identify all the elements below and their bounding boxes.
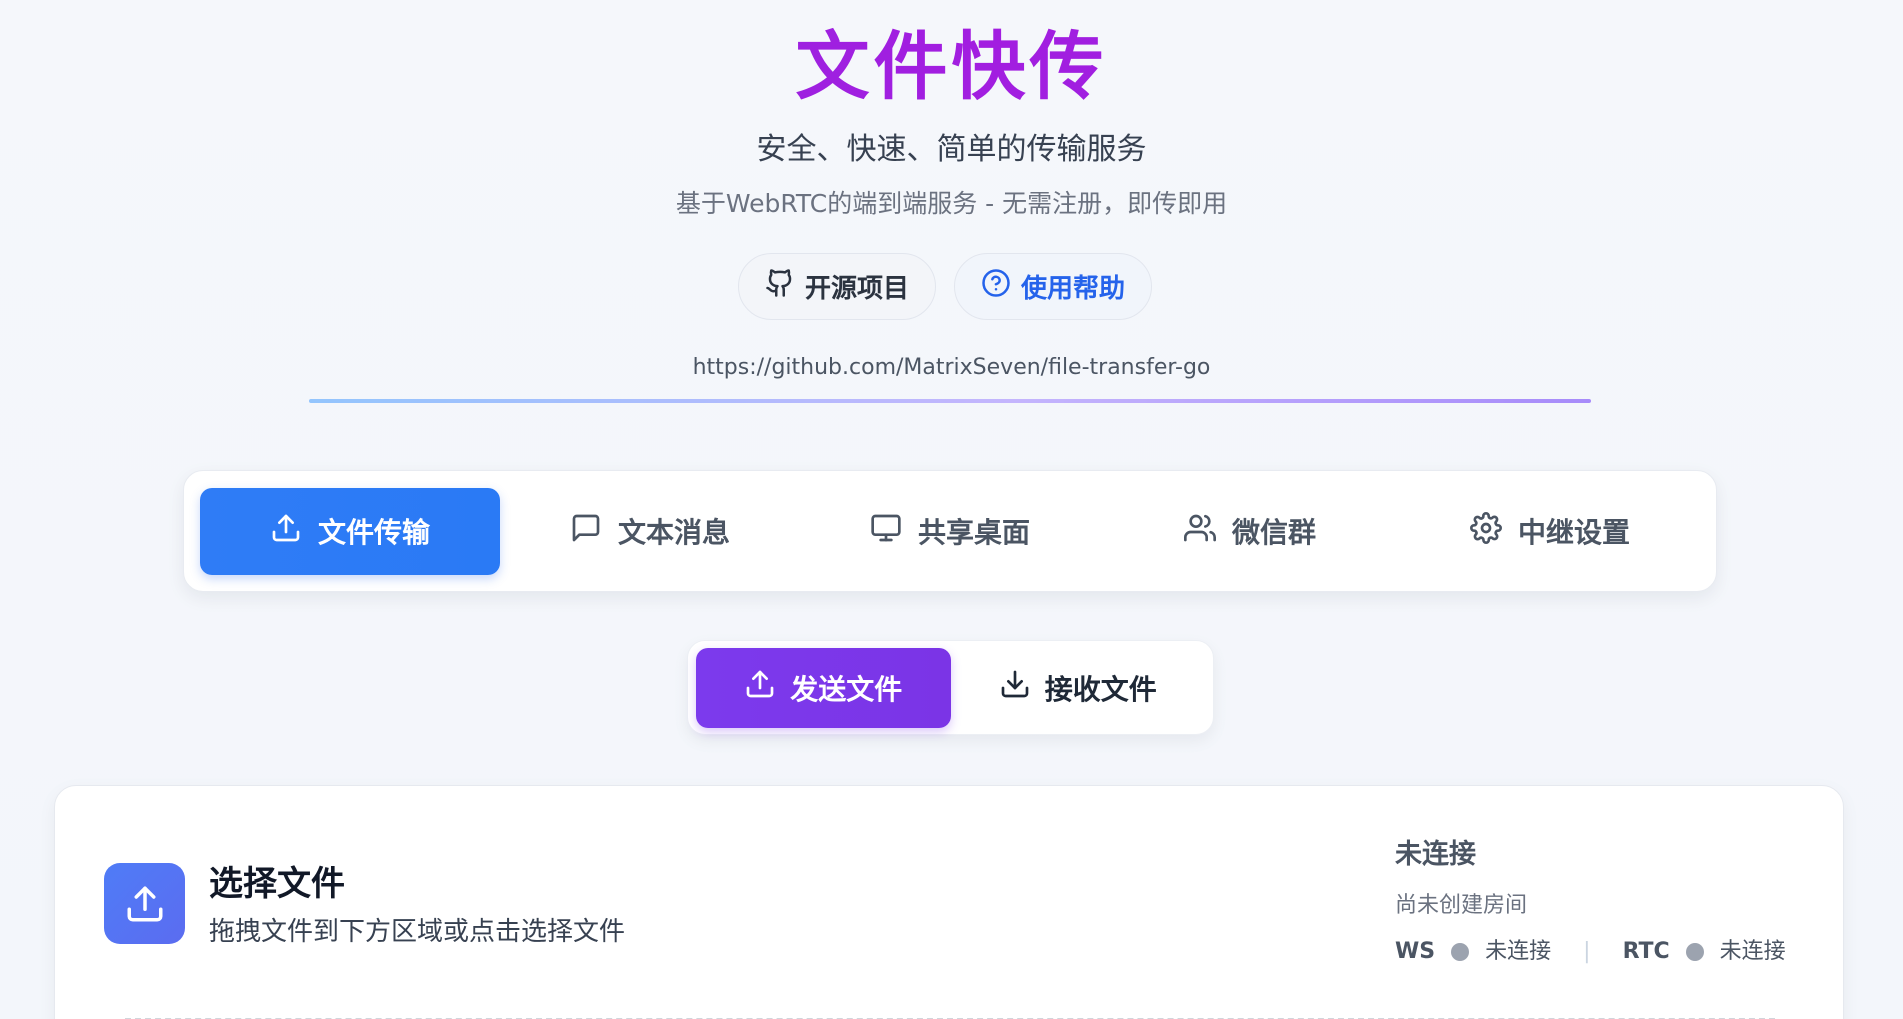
send-file-button[interactable]: 发送文件 — [696, 647, 951, 728]
tab-relay-settings[interactable]: 中继设置 — [1400, 488, 1700, 575]
page: 文件快传 安全、快速、简单的传输服务 基于WebRTC的端到端服务 - 无需注册… — [0, 0, 1903, 1019]
tab-label: 文件传输 — [317, 516, 430, 549]
feature-tabbar: 文件传输 文本消息 共享桌面 微信群 中继设置 — [183, 470, 1717, 592]
open-source-button[interactable]: 开源项目 — [738, 253, 937, 320]
status-separator: | — [1583, 939, 1591, 964]
tab-text-message[interactable]: 文本消息 — [500, 488, 800, 575]
app-subtitle: 安全、快速、简单的传输服务 — [756, 132, 1147, 167]
room-status: 尚未创建房间 — [1395, 893, 1528, 918]
upload-icon — [744, 668, 776, 707]
header-links: 开源项目 使用帮助 — [738, 253, 1153, 320]
tab-wechat-group[interactable]: 微信群 — [1100, 488, 1400, 575]
card-title: 选择文件 — [209, 864, 345, 904]
ws-status-dot-icon — [1451, 943, 1470, 961]
repo-url-link[interactable]: https://github.com/MatrixSeven/file-tran… — [0, 352, 1903, 384]
gear-icon — [1470, 511, 1502, 551]
monitor-icon — [870, 512, 902, 551]
ws-label: WS — [1395, 939, 1436, 964]
file-select-card: 选择文件 拖拽文件到下方区域或点击选择文件 未连接 尚未创建房间 WS 未连接 … — [54, 785, 1844, 1019]
rtc-label: RTC — [1622, 939, 1670, 964]
help-button[interactable]: 使用帮助 — [954, 253, 1153, 320]
header-divider — [309, 399, 1591, 403]
send-receive-toggle: 发送文件 接收文件 — [687, 640, 1214, 735]
rtc-state: 未连接 — [1719, 939, 1786, 964]
connection-status: 未连接 — [1395, 839, 1476, 870]
app-title: 文件快传 — [0, 22, 1903, 112]
tab-label: 文本消息 — [617, 516, 730, 549]
card-subtitle: 拖拽文件到下方区域或点击选择文件 — [209, 917, 626, 947]
connection-indicators: WS 未连接 | RTC 未连接 — [1395, 936, 1786, 968]
receive-file-button[interactable]: 接收文件 — [951, 648, 1206, 728]
help-label: 使用帮助 — [1021, 274, 1126, 304]
ws-state: 未连接 — [1485, 939, 1552, 964]
message-icon — [570, 512, 602, 551]
github-icon — [765, 268, 795, 305]
rtc-status-dot-icon — [1685, 943, 1704, 961]
upload-icon — [104, 863, 185, 944]
download-icon — [999, 668, 1031, 707]
tab-share-desktop[interactable]: 共享桌面 — [800, 488, 1100, 575]
tab-label: 中继设置 — [1517, 516, 1630, 549]
tab-file-transfer[interactable]: 文件传输 — [200, 487, 500, 575]
upload-icon — [270, 512, 302, 551]
send-file-label: 发送文件 — [790, 672, 903, 706]
open-source-label: 开源项目 — [805, 274, 910, 304]
app-description: 基于WebRTC的端到端服务 - 无需注册，即传即用 — [675, 189, 1228, 218]
users-icon — [1183, 512, 1216, 551]
help-circle-icon — [981, 268, 1011, 305]
tab-label: 共享桌面 — [917, 516, 1030, 549]
receive-file-label: 接收文件 — [1044, 672, 1157, 706]
tab-label: 微信群 — [1231, 516, 1316, 549]
